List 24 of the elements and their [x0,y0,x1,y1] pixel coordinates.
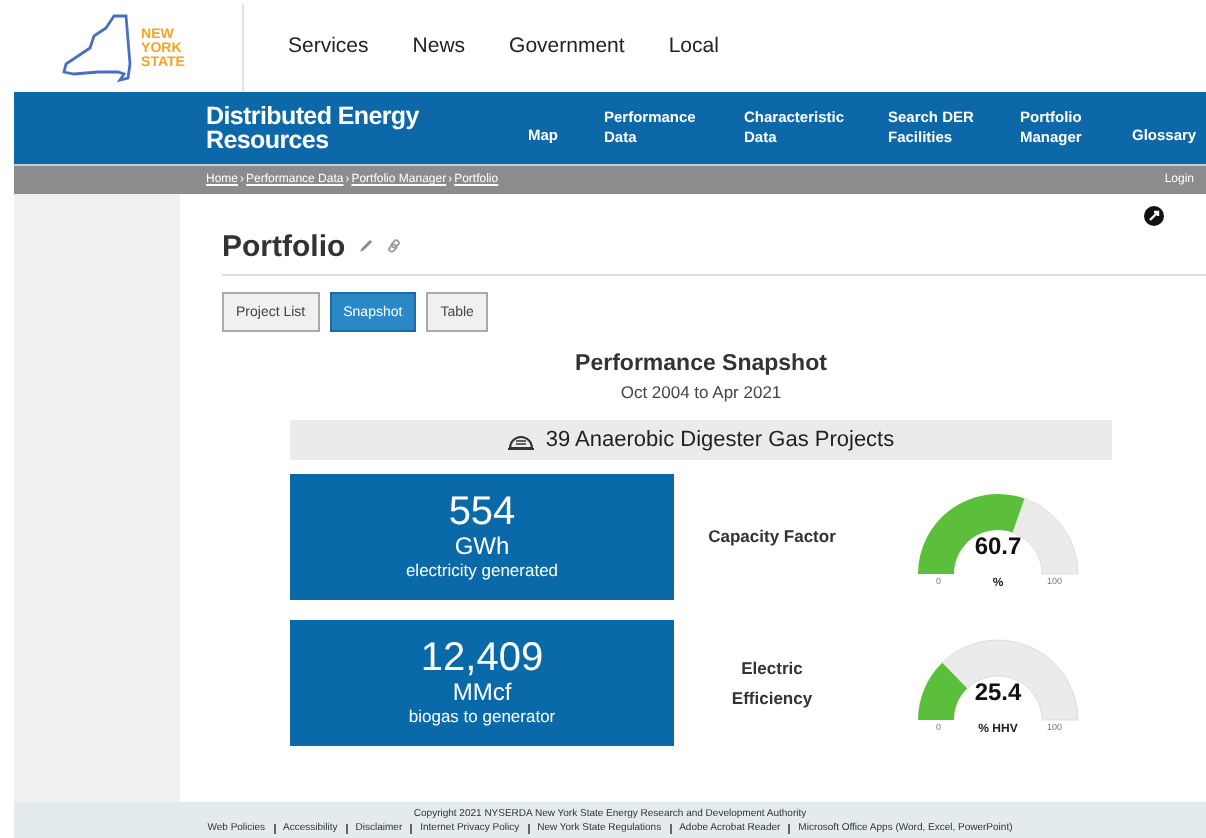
stat-unit: GWh [454,534,510,560]
digester-icon [507,431,534,449]
page-title: Portfolio [222,229,346,263]
projects-count: 39 Anaerobic Digester Gas Projects [545,428,895,452]
nav-link[interactable]: Services [288,34,369,58]
gauge-track [941,638,1079,720]
stat-unit: MMcf [452,680,512,706]
stat-value: 12,409 [420,638,544,680]
edit-icon [357,238,374,254]
gauge-label: Electric Efficiency [729,655,815,712]
link-icon [385,238,402,254]
stat-caption: electricity generated [405,560,559,582]
nav-link[interactable]: Government [509,34,625,58]
nav-link[interactable]: Local [668,34,719,58]
gauge-label: Capacity Factor [706,524,838,550]
gauge-reading: 60.7 [974,531,1022,559]
nav-link[interactable]: News [412,34,466,58]
stat-caption: biogas to generator [408,706,556,728]
snapshot-title: Performance Snapshot [575,352,827,376]
site-title[interactable]: Distributed Energy Resources [206,104,466,152]
expand-icon [1144,206,1164,226]
gauge-reading: 25.4 [974,677,1022,705]
stat-value: 554 [448,492,516,534]
date-range: Oct 2004 to Apr 2021 [620,382,782,402]
